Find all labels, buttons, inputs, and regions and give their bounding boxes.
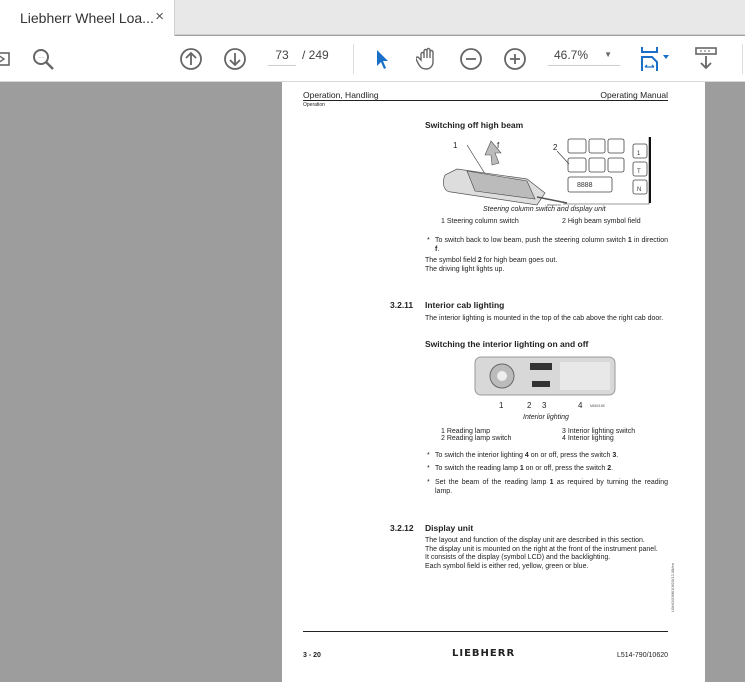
tab-title: Liebherr Wheel Loa... — [20, 10, 154, 26]
fit-page-icon[interactable] — [638, 46, 672, 72]
bullet-text: To switch back to low beam, push the ste… — [435, 237, 668, 253]
chevron-down-icon: ▼ — [604, 50, 612, 59]
search-icon[interactable]: ··· — [30, 46, 56, 72]
header-right: Operating Manual — [600, 90, 668, 100]
section-heading: Switching the interior lighting on and o… — [425, 339, 589, 349]
zoom-out-icon[interactable] — [458, 46, 484, 72]
page-number: 3 - 20 — [303, 652, 321, 659]
document-code: L514-790/10620 — [617, 652, 668, 659]
bullet-text: Set the beam of the reading lamp 1 as re… — [435, 479, 668, 495]
legend-item: 1 Steering column switch — [441, 218, 519, 225]
section-heading: Switching off high beam — [425, 120, 524, 130]
steering-switch-figure: 1 f B6000310 2 8888 1 T N — [443, 137, 651, 207]
mail-icon[interactable] — [0, 46, 12, 72]
legend-item: 4 Interior lighting — [562, 435, 614, 442]
toolbar: ··· — [0, 36, 745, 82]
svg-text:1: 1 — [453, 141, 458, 150]
page-total: / 249 — [302, 48, 329, 62]
svg-text:1: 1 — [637, 151, 641, 157]
next-page-icon[interactable] — [222, 46, 248, 72]
liebherr-logo: LIEBHERR — [452, 648, 516, 659]
header-sub: Operation — [303, 102, 325, 108]
svg-text:3: 3 — [542, 401, 547, 410]
document-tab[interactable]: Liebherr Wheel Loa... × — [0, 0, 175, 36]
legend-item: 2 High beam symbol field — [562, 218, 641, 225]
previous-page-icon[interactable] — [178, 46, 204, 72]
svg-text:f: f — [497, 141, 500, 150]
side-code: LBH/10068/10620/12.08/en — [670, 563, 675, 612]
close-tab-icon[interactable]: × — [155, 8, 164, 25]
section-title: Display unit — [425, 523, 474, 533]
legend-item: 2 Reading lamp switch — [441, 435, 512, 442]
svg-text:M660155: M660155 — [590, 404, 605, 408]
hand-tool-icon[interactable] — [414, 46, 440, 72]
select-cursor-icon[interactable] — [372, 46, 392, 72]
tab-bar: Liebherr Wheel Loa... × — [0, 0, 745, 36]
bullet-icon: * — [427, 237, 430, 244]
paragraph: The interior lighting is mounted in the … — [425, 315, 664, 322]
interior-lighting-photo: 1 2 3 4 M660155 — [474, 356, 616, 410]
svg-text:1: 1 — [499, 401, 504, 410]
page-number-input[interactable]: 73 — [268, 48, 296, 66]
section-number: 3.2.11 — [390, 300, 414, 310]
section-number: 3.2.12 — [390, 523, 414, 533]
svg-text:N: N — [637, 187, 641, 193]
section-title: Interior cab lighting — [425, 300, 505, 310]
svg-text:8888: 8888 — [577, 182, 593, 189]
svg-text:4: 4 — [578, 401, 583, 410]
footer-rule — [303, 631, 668, 632]
figure-caption: Interior lighting — [523, 414, 569, 421]
paragraph: The symbol field 2 for high beam goes ou… — [425, 257, 558, 264]
paragraph: The layout and function of the display u… — [425, 537, 658, 570]
bullet-icon: * — [427, 479, 430, 486]
scroll-mode-icon[interactable] — [692, 46, 720, 72]
figure-caption: Steering column switch and display unit — [483, 206, 606, 213]
bullet-icon: * — [427, 465, 430, 472]
svg-text:T: T — [637, 169, 641, 175]
svg-text:2: 2 — [527, 401, 532, 410]
svg-text:2: 2 — [553, 143, 558, 152]
svg-text:···: ··· — [38, 55, 44, 61]
header-left: Operation, Handling — [303, 90, 379, 100]
bullet-text: To switch the reading lamp 1 on or off, … — [435, 465, 614, 472]
header-rule — [303, 100, 668, 101]
bullet-icon: * — [427, 452, 430, 459]
pdf-page: Operation, Handling Operating Manual Ope… — [282, 82, 705, 682]
zoom-value: 46.7% — [554, 48, 589, 62]
paragraph: The driving light lights up. — [425, 266, 505, 273]
zoom-in-icon[interactable] — [502, 46, 528, 72]
zoom-level-select[interactable]: 46.7% ▼ — [548, 48, 620, 66]
bullet-text: To switch the interior lighting 4 on or … — [435, 452, 619, 459]
